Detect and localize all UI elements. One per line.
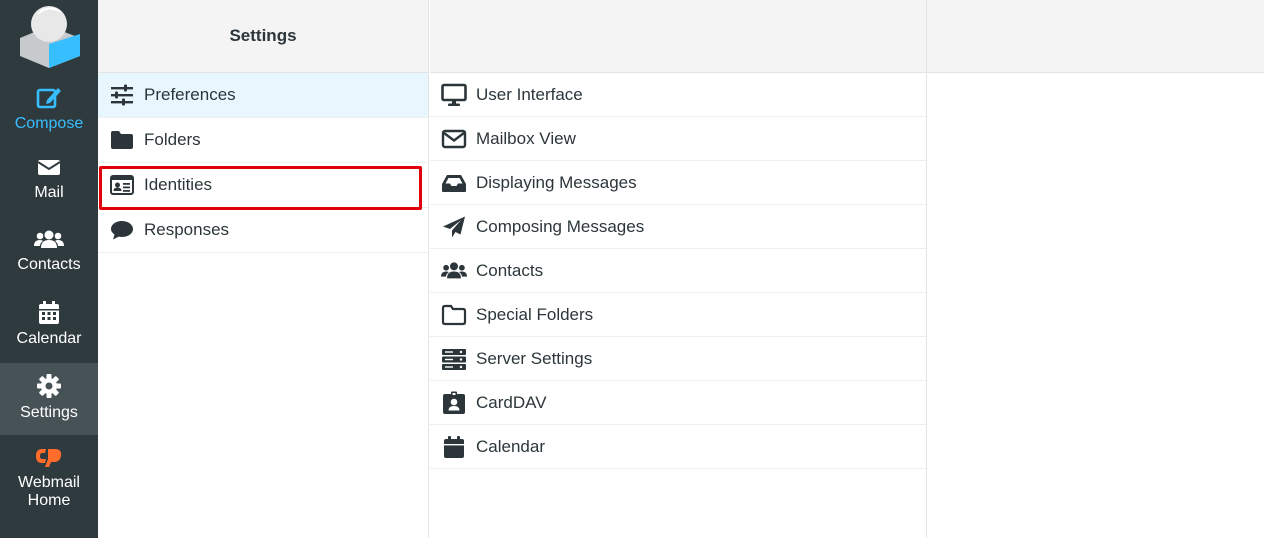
gear-icon <box>37 374 61 398</box>
section-displaying-messages[interactable]: Displaying Messages <box>430 161 926 205</box>
settings-item-identities[interactable]: Identities <box>98 163 428 208</box>
content-panel <box>927 0 1264 538</box>
inbox-icon <box>442 174 466 192</box>
folder-outline-icon <box>441 304 467 325</box>
compose-icon <box>36 88 61 109</box>
envelope-outline-icon <box>441 129 467 148</box>
compose-button[interactable]: Compose <box>0 82 98 138</box>
section-label: Displaying Messages <box>476 172 637 192</box>
address-badge-icon <box>443 391 465 414</box>
mail-label: Mail <box>34 184 64 201</box>
section-label: Special Folders <box>476 304 594 324</box>
section-label: Mailbox View <box>476 128 576 148</box>
section-label: CardDAV <box>476 392 547 412</box>
id-card-icon <box>110 175 134 195</box>
calendar-button[interactable]: Calendar <box>0 300 98 354</box>
users-icon <box>34 230 64 248</box>
section-composing-messages[interactable]: Composing Messages <box>430 205 926 249</box>
settings-item-responses[interactable]: Responses <box>98 208 428 253</box>
preferences-header <box>430 0 926 73</box>
settings-item-label: Responses <box>144 220 230 239</box>
section-calendar[interactable]: Calendar <box>430 425 926 469</box>
section-carddav[interactable]: CardDAV <box>430 381 926 425</box>
section-contacts[interactable]: Contacts <box>430 249 926 293</box>
contacts-label: Contacts <box>17 256 81 273</box>
contacts-button[interactable]: Contacts <box>0 228 98 282</box>
paper-plane-icon <box>443 216 465 237</box>
settings-button[interactable]: Settings <box>0 363 98 435</box>
webmail-home-label-line2: Home <box>27 492 71 509</box>
section-label: User Interface <box>476 84 583 104</box>
section-label: Server Settings <box>476 348 593 368</box>
sliders-icon <box>111 84 133 106</box>
section-mailbox-view[interactable]: Mailbox View <box>430 117 926 161</box>
content-header <box>927 0 1264 73</box>
cpanel-icon <box>36 449 62 467</box>
settings-item-label: Identities <box>144 175 213 194</box>
webmail-home-label-line1: Webmail <box>18 474 80 491</box>
settings-item-label: Preferences <box>144 85 236 104</box>
folder-icon <box>111 131 133 149</box>
section-special-folders[interactable]: Special Folders <box>430 293 926 337</box>
compose-label: Compose <box>14 115 84 132</box>
settings-item-label: Folders <box>144 130 201 149</box>
comment-icon <box>111 221 133 240</box>
roundcube-logo-icon[interactable] <box>14 4 84 70</box>
calendar-label: Calendar <box>16 330 82 347</box>
settings-list-panel: Settings Preferences Folders Identities … <box>98 0 429 538</box>
settings-item-preferences[interactable]: Preferences <box>98 73 428 118</box>
section-server-settings[interactable]: Server Settings <box>430 337 926 381</box>
monitor-icon <box>441 83 467 106</box>
main-navigation: Compose Mail Contacts Calendar Settings … <box>0 0 98 538</box>
settings-label: Settings <box>20 404 78 421</box>
page-title: Settings <box>229 26 297 45</box>
calendar-icon <box>39 301 59 324</box>
preferences-sections-panel: User Interface Mailbox View Displaying M… <box>430 0 927 538</box>
calendar-icon <box>444 435 464 458</box>
section-label: Contacts <box>476 260 544 280</box>
server-icon <box>442 348 466 370</box>
section-label: Composing Messages <box>476 216 645 236</box>
settings-item-folders[interactable]: Folders <box>98 118 428 163</box>
settings-header: Settings <box>98 0 428 73</box>
users-icon <box>441 261 467 278</box>
mail-button[interactable]: Mail <box>0 156 98 210</box>
section-user-interface[interactable]: User Interface <box>430 73 926 117</box>
webmail-home-button[interactable]: Webmail Home <box>0 446 98 516</box>
section-label: Calendar <box>476 436 545 456</box>
envelope-icon <box>37 160 61 175</box>
